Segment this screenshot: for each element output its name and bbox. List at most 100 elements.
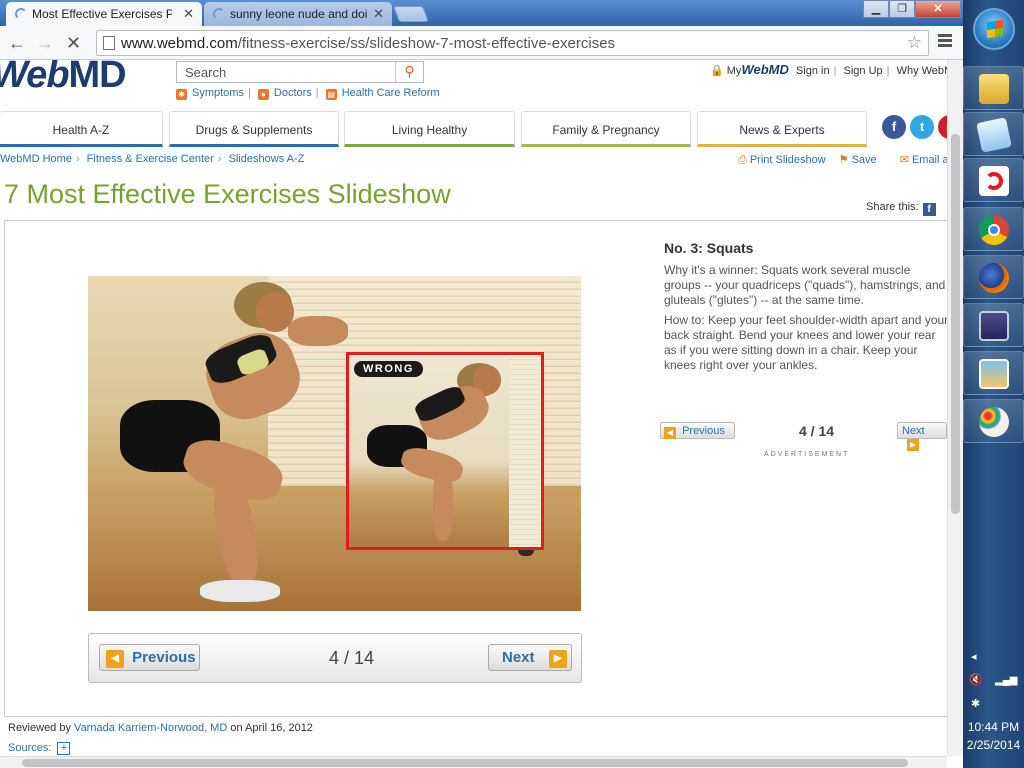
- new-tab-button[interactable]: [393, 6, 429, 22]
- next-button[interactable]: Next ▶: [488, 644, 572, 671]
- taskbar-remote-desktop[interactable]: [963, 303, 1024, 347]
- stop-icon[interactable]: ✕: [66, 33, 81, 54]
- url-path: /fitness-exercise/ss/slideshow-7-most-ef…: [237, 35, 616, 52]
- save-icon: ⚑: [838, 154, 849, 166]
- tab-most-effective-exercises[interactable]: Most Effective Exercises Pi ✕: [6, 2, 202, 26]
- webmd-logo[interactable]: WebMD: [0, 60, 127, 97]
- email-link[interactable]: Email a Fr: [912, 154, 947, 166]
- link-symptoms[interactable]: Symptoms: [192, 87, 244, 99]
- link-health-care-reform[interactable]: Health Care Reform: [342, 87, 440, 99]
- previous-label: Previous: [132, 649, 196, 666]
- folder-icon: [979, 74, 1009, 104]
- quick-links: ✱ Symptoms | ● Doctors | ▤ Health Care Reform: [176, 87, 440, 100]
- breadcrumb-webmd-home[interactable]: WebMD Home: [0, 153, 72, 165]
- main-nav: Health A-Z Drugs & Supplements Living He…: [0, 111, 947, 147]
- mini-previous-button[interactable]: ◀ Previous: [660, 422, 735, 439]
- mini-next-arrow-icon: ▶: [907, 439, 919, 451]
- sign-in-link[interactable]: Sign in: [796, 65, 830, 77]
- taskbar-chrome[interactable]: [963, 207, 1024, 251]
- save-link[interactable]: Save: [852, 154, 877, 166]
- health-care-reform-icon: ▤: [325, 89, 337, 100]
- page-title: 7 Most Effective Exercises Slideshow: [4, 179, 451, 209]
- sign-up-link[interactable]: Sign Up: [844, 65, 883, 77]
- expand-plus-icon[interactable]: +: [57, 742, 71, 755]
- minimize-button[interactable]: ▁: [863, 0, 889, 18]
- tab-family-pregnancy[interactable]: Family & Pregnancy: [521, 111, 691, 147]
- taskbar-photo-viewer[interactable]: [963, 351, 1024, 395]
- tab-living-healthy[interactable]: Living Healthy: [344, 111, 515, 147]
- breadcrumb-slideshows[interactable]: Slideshows A-Z: [229, 153, 305, 165]
- mywebmd-link[interactable]: WebMD: [741, 62, 788, 77]
- back-arrow-icon[interactable]: ←: [8, 33, 26, 54]
- mini-next-button[interactable]: Next ▶: [897, 422, 947, 451]
- taskbar-paint[interactable]: [963, 399, 1024, 443]
- mini-next-label: Next: [902, 425, 925, 437]
- tab-health-a-z[interactable]: Health A-Z: [0, 111, 163, 147]
- previous-arrow-icon: ◀: [106, 650, 124, 668]
- review-prefix: Reviewed by: [8, 722, 71, 734]
- wrong-badge: WRONG: [354, 361, 423, 377]
- taskbar-file-explorer[interactable]: [963, 66, 1024, 110]
- forward-arrow-icon[interactable]: →: [36, 33, 54, 54]
- taskbar-clock[interactable]: 10:44 PM 2/25/2014: [963, 718, 1024, 754]
- tab-drugs-supplements[interactable]: Drugs & Supplements: [169, 111, 339, 147]
- twitter-icon[interactable]: t: [910, 115, 934, 139]
- address-bar[interactable]: www.webmd.com/fitness-exercise/ss/slides…: [96, 30, 929, 56]
- mini-slide-counter: 4 / 14: [799, 423, 835, 439]
- firefox-icon: [979, 263, 1009, 293]
- review-credit: Reviewed by Varnada Karriem-Norwood, MD …: [8, 722, 313, 734]
- tab-label: sunny leone nude and doi: [230, 7, 368, 21]
- bookmark-star-icon[interactable]: ☆: [907, 33, 922, 53]
- maximize-button[interactable]: ❐: [889, 0, 915, 18]
- inset-blinds: [509, 355, 541, 547]
- why-webmd-link[interactable]: Why WebM: [897, 65, 947, 77]
- bluetooth-icon[interactable]: ✱: [971, 697, 980, 710]
- search-icon[interactable]: ⚲: [395, 62, 423, 82]
- start-button[interactable]: [973, 8, 1015, 50]
- loading-spinner-icon: [15, 8, 27, 20]
- share-bar: Share this: f: [866, 201, 936, 216]
- airtel-icon: [979, 166, 1009, 196]
- url-host: www.webmd.com: [121, 35, 238, 52]
- network-signal-icon[interactable]: ▂▄▆: [995, 675, 1017, 686]
- reviewer-link[interactable]: Varnada Karriem-Norwood, MD: [74, 722, 227, 734]
- tab-search-result[interactable]: sunny leone nude and doi ✕: [204, 2, 392, 26]
- chrome-menu-icon[interactable]: [938, 34, 952, 49]
- sources-label: Sources:: [8, 742, 52, 754]
- breadcrumb-fitness-center[interactable]: Fitness & Exercise Center: [87, 153, 214, 165]
- remote-desktop-icon: [979, 311, 1009, 341]
- share-label: Share this:: [866, 201, 919, 213]
- print-slideshow-link[interactable]: Print Slideshow: [750, 154, 826, 166]
- next-label: Next: [502, 649, 535, 666]
- previous-button[interactable]: ◀ Previous: [99, 644, 200, 671]
- review-date: on April 16, 2012: [230, 722, 313, 734]
- window-close-button[interactable]: ✕: [915, 0, 961, 18]
- slide-why-text: Why it's a winner: Squats work several m…: [664, 263, 946, 307]
- taskbar-airtel[interactable]: [963, 158, 1024, 202]
- breadcrumb: WebMD Home › Fitness & Exercise Center › S…: [0, 153, 305, 165]
- wrong-form-inset: WRONG: [346, 352, 544, 550]
- vertical-scrollbar[interactable]: [947, 60, 963, 756]
- tab-close-icon[interactable]: ✕: [373, 6, 384, 22]
- page-icon: [103, 36, 115, 50]
- search-placeholder: Search: [185, 65, 227, 80]
- link-doctors[interactable]: Doctors: [274, 87, 312, 99]
- taskbar-notepad[interactable]: [963, 112, 1024, 156]
- sources-toggle[interactable]: Sources: +: [8, 742, 71, 755]
- facebook-share-icon[interactable]: f: [922, 203, 936, 216]
- slide-howto-text: How to: Keep your feet shoulder-width ap…: [664, 313, 947, 372]
- tab-strip: Most Effective Exercises Pi ✕ sunny leon…: [0, 0, 963, 26]
- show-hidden-icons-icon[interactable]: ◂: [971, 650, 977, 663]
- tab-close-icon[interactable]: ✕: [183, 6, 194, 22]
- horizontal-scrollbar[interactable]: [0, 756, 947, 768]
- taskbar-firefox[interactable]: [963, 255, 1024, 299]
- facebook-icon[interactable]: f: [882, 115, 906, 139]
- search-input[interactable]: Search ⚲: [176, 61, 424, 83]
- tab-news-experts[interactable]: News & Experts: [697, 111, 867, 147]
- slide-counter: 4 / 14: [329, 648, 375, 668]
- figure-shoes: [200, 580, 280, 602]
- mini-previous-arrow-icon: ◀: [664, 427, 676, 439]
- slide-title: No. 3: Squats: [664, 240, 754, 256]
- clock-date: 2/25/2014: [966, 738, 1021, 752]
- volume-muted-icon[interactable]: 🔇: [969, 673, 983, 686]
